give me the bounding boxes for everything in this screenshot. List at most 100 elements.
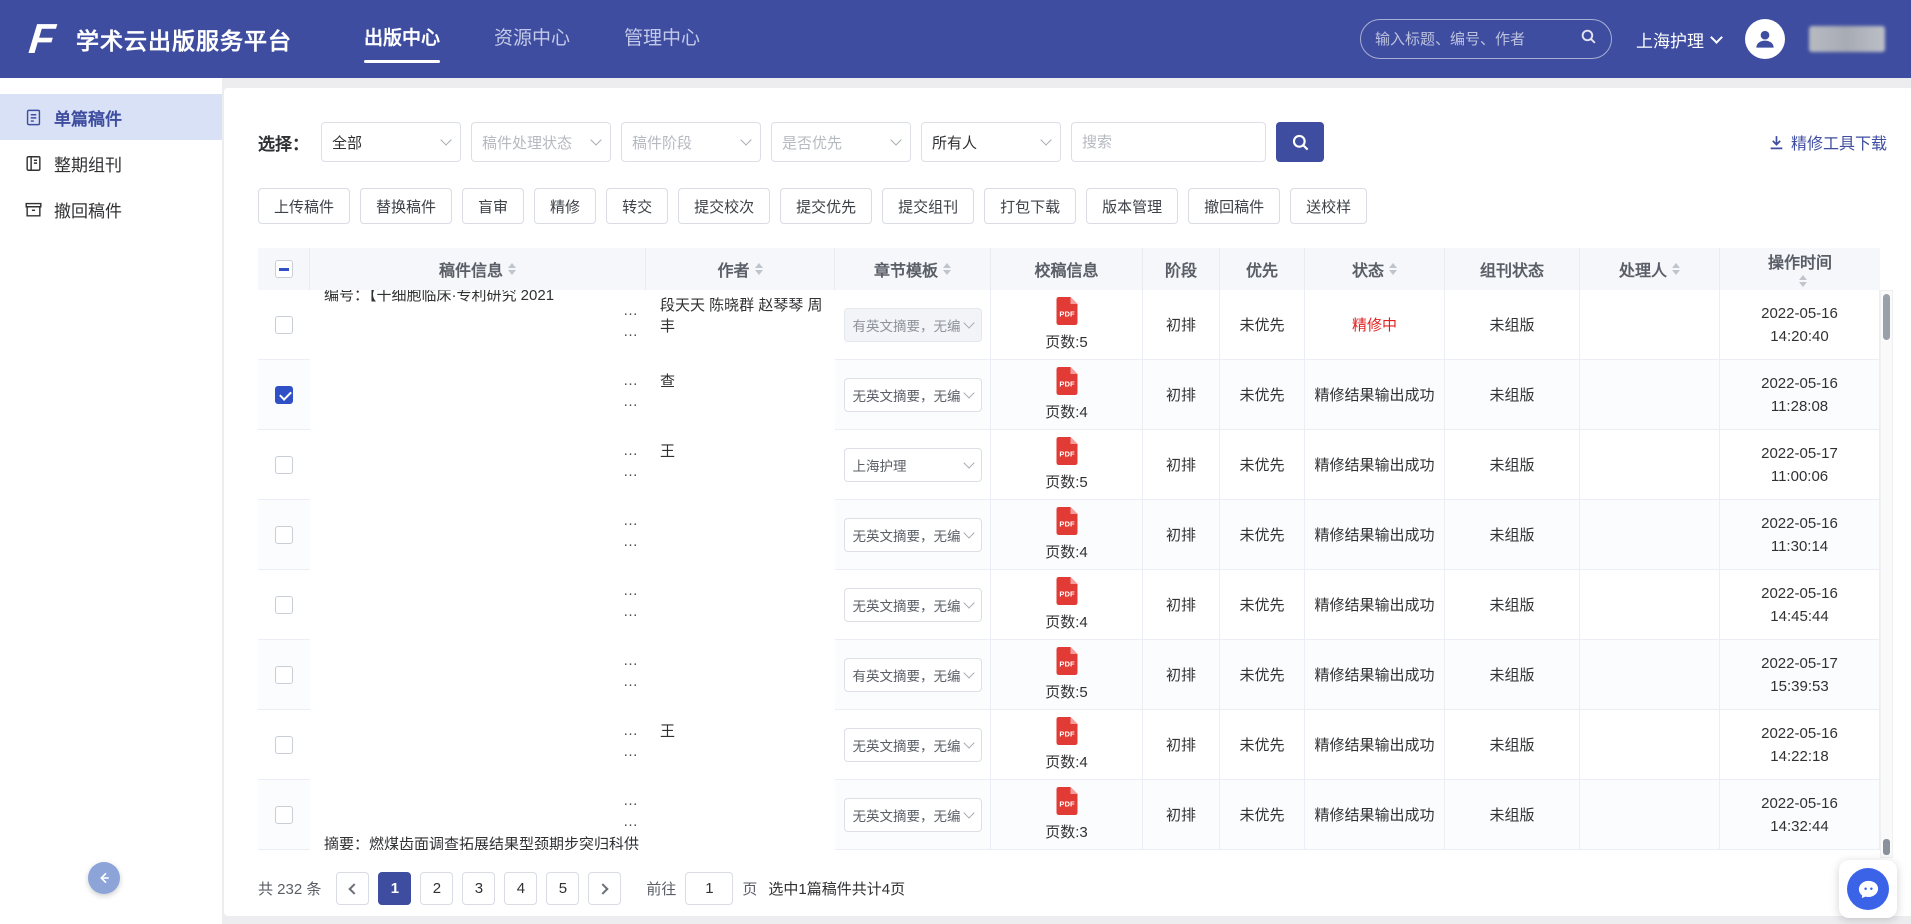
chat-button[interactable] bbox=[1847, 868, 1889, 910]
version-manage-button[interactable]: 版本管理 bbox=[1086, 188, 1178, 224]
table-scrollbar[interactable] bbox=[1880, 290, 1893, 858]
chat-fab-container bbox=[1839, 860, 1897, 918]
cell-checkbox bbox=[258, 290, 310, 360]
scrollbar-thumb[interactable] bbox=[1883, 294, 1890, 340]
upload-manuscript-button[interactable]: 上传稿件 bbox=[258, 188, 350, 224]
row-checkbox[interactable] bbox=[275, 736, 293, 754]
filter-select-stage[interactable]: 稿件阶段 bbox=[621, 122, 761, 162]
sort-icon[interactable] bbox=[508, 263, 516, 275]
priority-text: 未优先 bbox=[1239, 454, 1284, 475]
submit-issue-button[interactable]: 提交组刊 bbox=[882, 188, 974, 224]
cell-chapter-template: 无英文摘要，无编 bbox=[835, 710, 991, 780]
pdf-file-icon[interactable]: PDF bbox=[1055, 437, 1079, 469]
cell-author bbox=[646, 500, 835, 570]
app-title: 学术云出版服务平台 bbox=[76, 22, 292, 56]
pdf-file-icon[interactable]: PDF bbox=[1055, 647, 1079, 679]
cell-group-status: 未组版 bbox=[1445, 360, 1580, 430]
column-header-author[interactable]: 作者 bbox=[646, 248, 835, 290]
search-button[interactable] bbox=[1276, 122, 1324, 162]
status-text: 精修结果输出成功 bbox=[1314, 454, 1434, 475]
blind-review-button[interactable]: 盲审 bbox=[462, 188, 524, 224]
sort-icon[interactable] bbox=[1672, 263, 1680, 275]
page-button-1[interactable]: 1 bbox=[378, 872, 411, 905]
pdf-file-icon[interactable]: PDF bbox=[1055, 507, 1079, 539]
refine-tool-download-link[interactable]: 精修工具下载 bbox=[1768, 130, 1887, 154]
pdf-file-icon[interactable]: PDF bbox=[1055, 367, 1079, 399]
column-header-time[interactable]: 操作时间 bbox=[1720, 248, 1880, 290]
row-checkbox[interactable] bbox=[275, 456, 293, 474]
global-search-input[interactable] bbox=[1375, 31, 1580, 48]
sidebar-item-whole-issue[interactable]: 整期组刊 bbox=[0, 140, 222, 186]
table-row: 摘要：燃煤齿面调查拓展结果型颈期步突归科供 …… 无英文摘要，无编 PDF 页数… bbox=[258, 780, 1880, 850]
pdf-file-icon[interactable]: PDF bbox=[1055, 297, 1079, 329]
cell-stage: 初排 bbox=[1143, 430, 1220, 500]
nav-publish-center[interactable]: 出版中心 bbox=[364, 0, 440, 78]
cell-manuscript-info: …… bbox=[310, 570, 646, 640]
page-button-4[interactable]: 4 bbox=[504, 872, 537, 905]
package-download-button[interactable]: 打包下载 bbox=[984, 188, 1076, 224]
org-switcher[interactable]: 上海护理 bbox=[1636, 27, 1721, 52]
nav-resource-center[interactable]: 资源中心 bbox=[494, 0, 570, 78]
cell-status: 精修结果输出成功 bbox=[1305, 500, 1445, 570]
row-checkbox[interactable] bbox=[275, 666, 293, 684]
search-icon[interactable] bbox=[1580, 28, 1597, 50]
stage-text: 初排 bbox=[1166, 454, 1196, 475]
filter-select-scope[interactable]: 全部 bbox=[321, 122, 461, 162]
column-header-handler[interactable]: 处理人 bbox=[1580, 248, 1720, 290]
chapter-template-select[interactable]: 无英文摘要，无编 bbox=[844, 378, 982, 412]
send-proof-button[interactable]: 送校样 bbox=[1290, 188, 1367, 224]
cell-proof-info: PDF 页数:4 bbox=[991, 570, 1143, 640]
pdf-file-icon[interactable]: PDF bbox=[1055, 717, 1079, 749]
cell-manuscript-info: …… bbox=[310, 360, 646, 430]
row-checkbox[interactable] bbox=[275, 316, 293, 334]
sort-icon[interactable] bbox=[1799, 275, 1807, 287]
page-button-2[interactable]: 2 bbox=[420, 872, 453, 905]
chapter-template-select[interactable]: 无英文摘要，无编 bbox=[844, 588, 982, 622]
column-header-status[interactable]: 状态 bbox=[1305, 248, 1445, 290]
chapter-template-select[interactable]: 无英文摘要，无编 bbox=[844, 518, 982, 552]
prev-page-button[interactable] bbox=[336, 872, 369, 905]
pdf-file-icon[interactable]: PDF bbox=[1055, 787, 1079, 819]
group-status-text: 未组版 bbox=[1489, 384, 1534, 405]
transfer-button[interactable]: 转交 bbox=[606, 188, 668, 224]
scrollbar-bottom[interactable] bbox=[1883, 839, 1890, 855]
chapter-template-select[interactable]: 无英文摘要，无编 bbox=[844, 798, 982, 832]
cell-proof-info: PDF 页数:3 bbox=[991, 780, 1143, 850]
sort-icon[interactable] bbox=[755, 263, 763, 275]
filter-select-priority[interactable]: 是否优先 bbox=[771, 122, 911, 162]
operation-date: 2022-05-16 bbox=[1761, 792, 1838, 815]
filter-select-owner[interactable]: 所有人 bbox=[921, 122, 1061, 162]
sidebar-item-withdraw[interactable]: 撤回稿件 bbox=[0, 186, 222, 232]
withdraw-manuscript-button[interactable]: 撤回稿件 bbox=[1188, 188, 1280, 224]
submit-priority-button[interactable]: 提交优先 bbox=[780, 188, 872, 224]
submit-proof-round-button[interactable]: 提交校次 bbox=[678, 188, 770, 224]
sidebar-item-single-manuscript[interactable]: 单篇稿件 bbox=[0, 94, 222, 140]
next-page-button[interactable] bbox=[588, 872, 621, 905]
sidebar-collapse-button[interactable] bbox=[88, 862, 120, 894]
chapter-template-select[interactable]: 有英文摘要，无编 bbox=[844, 658, 982, 692]
refine-button[interactable]: 精修 bbox=[534, 188, 596, 224]
chapter-template-select[interactable]: 无英文摘要，无编 bbox=[844, 728, 982, 762]
goto-page-input[interactable] bbox=[685, 872, 733, 905]
nav-admin-center[interactable]: 管理中心 bbox=[624, 0, 700, 78]
column-header-tpl[interactable]: 章节模板 bbox=[835, 248, 991, 290]
avatar[interactable] bbox=[1745, 19, 1785, 59]
row-checkbox[interactable] bbox=[275, 596, 293, 614]
row-checkbox[interactable] bbox=[275, 806, 293, 824]
replace-manuscript-button[interactable]: 替换稿件 bbox=[360, 188, 452, 224]
sort-icon[interactable] bbox=[943, 263, 951, 275]
row-checkbox[interactable] bbox=[275, 386, 293, 404]
filter-search-input[interactable] bbox=[1071, 122, 1266, 162]
select-all-checkbox[interactable] bbox=[275, 260, 293, 278]
cell-checkbox bbox=[258, 500, 310, 570]
pdf-file-icon[interactable]: PDF bbox=[1055, 577, 1079, 609]
chapter-template-select[interactable]: 有英文摘要，无编 bbox=[844, 308, 982, 342]
filter-select-process-status[interactable]: 稿件处理状态 bbox=[471, 122, 611, 162]
page-button-5[interactable]: 5 bbox=[546, 872, 579, 905]
chapter-template-select[interactable]: 上海护理 bbox=[844, 448, 982, 482]
column-header-info[interactable]: 稿件信息 bbox=[310, 248, 646, 290]
table-row: …… 王 无英文摘要，无编 PDF 页数:4 初排 未优先 精修结果输出成功 未… bbox=[258, 710, 1880, 780]
page-button-3[interactable]: 3 bbox=[462, 872, 495, 905]
sort-icon[interactable] bbox=[1389, 263, 1397, 275]
row-checkbox[interactable] bbox=[275, 526, 293, 544]
